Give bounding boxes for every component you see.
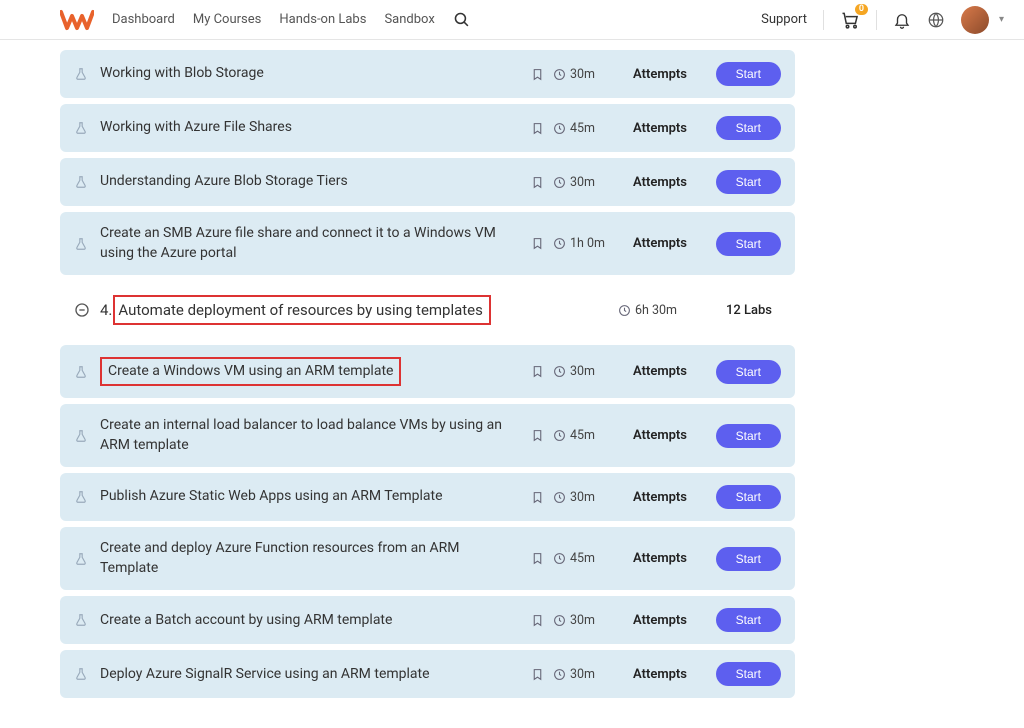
lab-duration: 45m: [553, 428, 617, 443]
top-header: Dashboard My Courses Hands-on Labs Sandb…: [0, 0, 1024, 40]
start-button[interactable]: Start: [716, 360, 781, 384]
avatar[interactable]: [961, 6, 989, 34]
globe-icon[interactable]: [927, 11, 945, 29]
divider: [823, 10, 824, 30]
start-button[interactable]: Start: [716, 170, 781, 194]
lab-title: Create and deploy Azure Function resourc…: [100, 539, 527, 578]
lab-row[interactable]: Working with Blob Storage 30m Attempts S…: [60, 50, 795, 98]
cart-icon[interactable]: 0: [840, 10, 860, 30]
lab-title: Deploy Azure SignalR Service using an AR…: [100, 665, 527, 685]
section-title: Automate deployment of resources by usin…: [113, 295, 618, 325]
lab-title: Create a Batch account by using ARM temp…: [100, 611, 527, 631]
start-button[interactable]: Start: [716, 485, 781, 509]
start-button[interactable]: Start: [716, 424, 781, 448]
lab-duration: 30m: [553, 175, 617, 190]
section-header[interactable]: 4. Automate deployment of resources by u…: [60, 281, 795, 339]
section-number: 4.: [100, 301, 112, 319]
flask-icon: [74, 120, 90, 136]
start-button[interactable]: Start: [716, 608, 781, 632]
flask-icon: [74, 489, 90, 505]
lab-row[interactable]: Create an internal load balancer to load…: [60, 404, 795, 467]
nav-sandbox[interactable]: Sandbox: [384, 12, 434, 27]
collapse-icon[interactable]: [74, 302, 90, 318]
attempts-label[interactable]: Attempts: [617, 490, 703, 505]
flask-icon: [74, 66, 90, 82]
attempts-label[interactable]: Attempts: [617, 67, 703, 82]
support-link[interactable]: Support: [761, 12, 807, 27]
bell-icon[interactable]: [893, 11, 911, 29]
start-button[interactable]: Start: [716, 232, 781, 256]
lab-row[interactable]: Create and deploy Azure Function resourc…: [60, 527, 795, 590]
bookmark-icon[interactable]: [527, 236, 547, 251]
lab-duration: 30m: [553, 364, 617, 379]
attempts-label[interactable]: Attempts: [617, 551, 703, 566]
bookmark-icon[interactable]: [527, 490, 547, 505]
divider: [876, 10, 877, 30]
bookmark-icon[interactable]: [527, 667, 547, 682]
lab-row[interactable]: Publish Azure Static Web Apps using an A…: [60, 473, 795, 521]
main-nav: Dashboard My Courses Hands-on Labs Sandb…: [112, 12, 435, 27]
lab-row[interactable]: Deploy Azure SignalR Service using an AR…: [60, 650, 795, 698]
cart-badge: 0: [855, 4, 868, 15]
flask-icon: [74, 364, 90, 380]
bookmark-icon[interactable]: [527, 67, 547, 82]
bookmark-icon[interactable]: [527, 428, 547, 443]
lab-title: Create a Windows VM using an ARM templat…: [100, 357, 527, 386]
bookmark-icon[interactable]: [527, 121, 547, 136]
lab-title: Create an internal load balancer to load…: [100, 416, 527, 455]
flask-icon: [74, 551, 90, 567]
lab-title: Create an SMB Azure file share and conne…: [100, 224, 527, 263]
lab-title: Understanding Azure Blob Storage Tiers: [100, 172, 527, 192]
start-button[interactable]: Start: [716, 547, 781, 571]
lab-duration: 45m: [553, 121, 617, 136]
attempts-label[interactable]: Attempts: [617, 175, 703, 190]
search-icon[interactable]: [453, 11, 470, 28]
attempts-label[interactable]: Attempts: [617, 364, 703, 379]
labs-count: 12 Labs: [717, 303, 781, 318]
header-right: Support 0 ▾: [761, 6, 1004, 34]
lab-row[interactable]: Working with Azure File Shares 45m Attem…: [60, 104, 795, 152]
lab-title: Working with Azure File Shares: [100, 118, 527, 138]
lab-duration: 30m: [553, 667, 617, 682]
attempts-label[interactable]: Attempts: [617, 428, 703, 443]
start-button[interactable]: Start: [716, 62, 781, 86]
bookmark-icon[interactable]: [527, 613, 547, 628]
attempts-label[interactable]: Attempts: [617, 236, 703, 251]
attempts-label[interactable]: Attempts: [617, 121, 703, 136]
chevron-down-icon[interactable]: ▾: [999, 14, 1004, 25]
start-button[interactable]: Start: [716, 116, 781, 140]
lab-list: Working with Blob Storage 30m Attempts S…: [60, 40, 795, 728]
lab-row[interactable]: Understanding Azure Blob Storage Tiers 3…: [60, 158, 795, 206]
flask-icon: [74, 612, 90, 628]
nav-my-courses[interactable]: My Courses: [193, 12, 262, 27]
lab-duration: 45m: [553, 551, 617, 566]
lab-row[interactable]: Create a Batch account by using ARM temp…: [60, 596, 795, 644]
bookmark-icon[interactable]: [527, 175, 547, 190]
flask-icon: [74, 428, 90, 444]
lab-title: Publish Azure Static Web Apps using an A…: [100, 487, 527, 507]
attempts-label[interactable]: Attempts: [617, 667, 703, 682]
lab-duration: 30m: [553, 67, 617, 82]
flask-icon: [74, 666, 90, 682]
start-button[interactable]: Start: [716, 662, 781, 686]
attempts-label[interactable]: Attempts: [617, 613, 703, 628]
section-duration: 6h 30m: [618, 303, 677, 318]
bookmark-icon[interactable]: [527, 551, 547, 566]
nav-dashboard[interactable]: Dashboard: [112, 12, 175, 27]
lab-row[interactable]: Create a Windows VM using an ARM templat…: [60, 345, 795, 398]
flask-icon: [74, 236, 90, 252]
flask-icon: [74, 174, 90, 190]
lab-duration: 1h 0m: [553, 236, 617, 251]
lab-duration: 30m: [553, 613, 617, 628]
logo[interactable]: [60, 9, 94, 31]
nav-hands-on-labs[interactable]: Hands-on Labs: [279, 12, 366, 27]
lab-duration: 30m: [553, 490, 617, 505]
bookmark-icon[interactable]: [527, 364, 547, 379]
lab-row[interactable]: Create an SMB Azure file share and conne…: [60, 212, 795, 275]
lab-title: Working with Blob Storage: [100, 64, 527, 84]
